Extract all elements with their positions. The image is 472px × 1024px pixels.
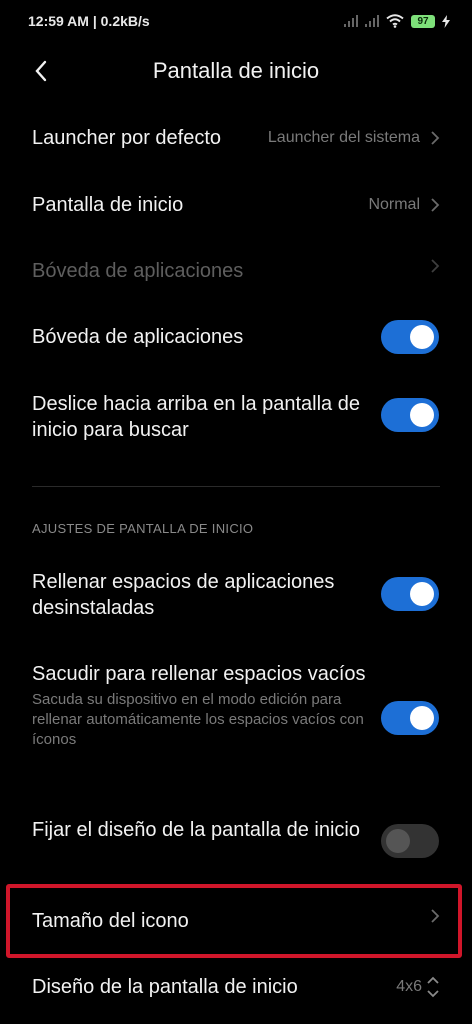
setting-label: Rellenar espacios de aplicaciones desins… (32, 571, 335, 619)
setting-label: Fijar el diseño de la pantalla de inicio (32, 819, 360, 841)
setting-label: Sacudir para rellenar espacios vacíos (32, 663, 366, 685)
signal-icon-1 (344, 15, 358, 27)
setting-description: Sacuda su dispositivo en el modo edición… (32, 691, 364, 748)
fill-uninstalled-toggle[interactable] (381, 577, 439, 611)
charging-icon (442, 14, 450, 28)
chevron-right-icon (431, 198, 440, 212)
signal-icon-2 (365, 15, 379, 27)
wifi-icon (386, 14, 404, 28)
setting-shake-fill: Sacudir para rellenar espacios vacíos Sa… (32, 661, 372, 750)
page-title: Pantalla de inicio (152, 58, 320, 83)
setting-icon-size[interactable]: Tamaño del icono (32, 908, 442, 934)
up-down-arrow-icon (427, 976, 439, 998)
status-bar: 12:59 AM | 0.2kB/s 97 (0, 0, 472, 42)
setting-label: Diseño de la pantalla de inicio (32, 976, 298, 998)
status-time-speed: 12:59 AM | 0.2kB/s (28, 13, 150, 29)
chevron-right-icon (431, 909, 440, 923)
chevron-right-icon (431, 131, 440, 145)
setting-app-vault-link: Bóveda de aplicaciones (32, 258, 442, 284)
setting-home-layout[interactable]: Diseño de la pantalla de inicio (32, 974, 442, 1000)
setting-value: Launcher del sistema (268, 125, 440, 151)
swipe-search-toggle[interactable] (381, 398, 439, 432)
chevron-right-icon (431, 259, 440, 273)
battery-indicator: 97 (411, 14, 435, 28)
setting-value: Normal (368, 192, 440, 218)
setting-label: Deslice hacia arriba en la pantalla de i… (32, 393, 360, 441)
setting-label: Bóveda de aplicaciones (32, 260, 244, 282)
divider (32, 486, 440, 487)
setting-lock-layout: Fijar el diseño de la pantalla de inicio (32, 817, 372, 843)
layout-value: 4x6 (396, 978, 422, 995)
setting-fill-uninstalled: Rellenar espacios de aplicaciones desins… (32, 569, 372, 621)
lock-layout-toggle[interactable] (381, 824, 439, 858)
setting-label: Tamaño del icono (32, 910, 189, 932)
section-title: AJUSTES DE PANTALLA DE INICIO (32, 521, 254, 536)
app-vault-toggle[interactable] (381, 320, 439, 354)
setting-swipe-search: Deslice hacia arriba en la pantalla de i… (32, 391, 372, 443)
app-header: Pantalla de inicio (0, 48, 472, 96)
shake-fill-toggle[interactable] (381, 701, 439, 735)
